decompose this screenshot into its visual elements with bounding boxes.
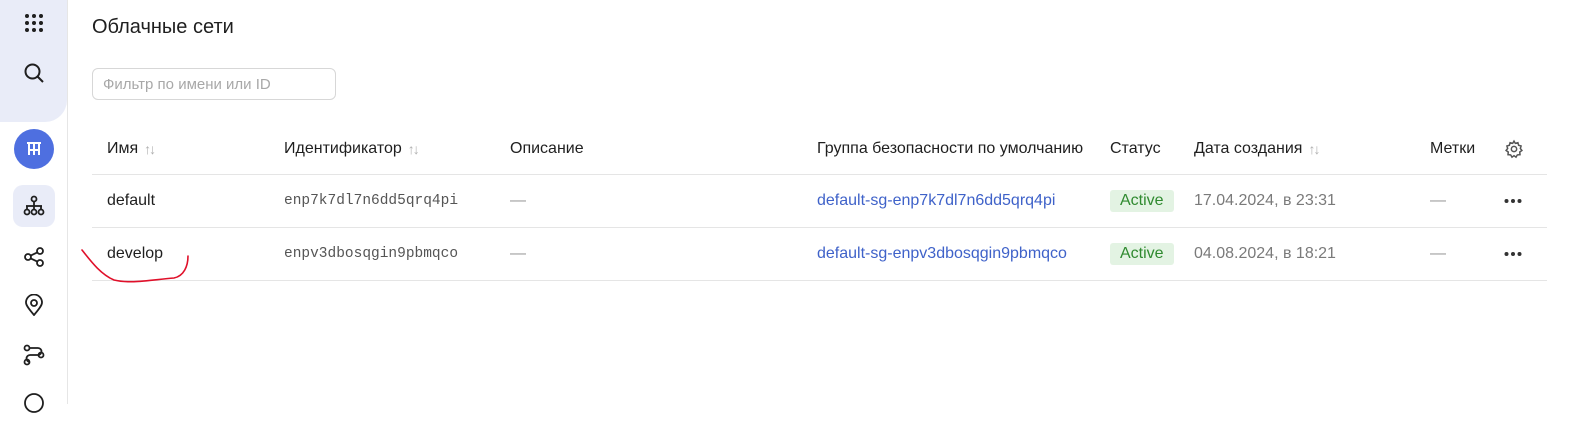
table-row[interactable]: default enp7k7dl7n6dd5qrq4pi — default-s… <box>92 175 1547 228</box>
status-cell: Active <box>1110 228 1174 280</box>
column-header-label: Имя <box>107 140 139 157</box>
help-icon[interactable] <box>13 382 55 424</box>
column-header-label: Дата создания <box>1194 140 1303 157</box>
column-header-description: Описание <box>510 140 584 157</box>
column-header-security-group: Группа безопасности по умолчанию <box>817 140 1084 157</box>
column-header-id[interactable]: Идентификатор ↑↓ <box>284 124 420 174</box>
sidebar <box>0 0 68 413</box>
column-header-label: Идентификатор <box>284 140 402 157</box>
created-date: 17.04.2024, в 23:31 <box>1194 192 1336 209</box>
route-icon[interactable] <box>13 334 55 376</box>
column-header-name[interactable]: Имя ↑↓ <box>107 124 156 174</box>
created-date: 04.08.2024, в 18:21 <box>1194 245 1336 262</box>
security-group-link[interactable]: default-sg-enpv3dbosqgin9pbmqco <box>817 228 1067 280</box>
status-badge: Active <box>1110 190 1174 212</box>
network-labels: — <box>1430 245 1446 262</box>
network-name[interactable]: develop <box>107 228 163 280</box>
sort-icon[interactable]: ↑↓ <box>408 141 420 157</box>
vpc-service-icon[interactable] <box>13 128 55 170</box>
column-header-status: Статус <box>1110 140 1161 157</box>
network-description: — <box>510 192 526 209</box>
row-actions-menu-icon[interactable] <box>1504 175 1522 227</box>
table-row[interactable]: develop enpv3dbosqgin9pbmqco — default-s… <box>92 228 1547 281</box>
share-icon[interactable] <box>13 236 55 278</box>
network-topology-icon[interactable] <box>13 185 55 227</box>
sort-icon[interactable]: ↑↓ <box>144 141 156 157</box>
sort-icon[interactable]: ↑↓ <box>1308 141 1320 157</box>
row-actions-menu-icon[interactable] <box>1504 228 1522 280</box>
table-header: Имя ↑↓ Идентификатор ↑↓ Описание Группа … <box>92 124 1547 175</box>
network-name[interactable]: default <box>107 175 155 227</box>
location-pin-icon[interactable] <box>13 284 55 326</box>
security-group-link[interactable]: default-sg-enp7k7dl7n6dd5qrq4pi <box>817 175 1055 227</box>
page-title: Облачные сети <box>92 16 234 38</box>
status-badge: Active <box>1110 243 1174 265</box>
column-header-labels: Метки <box>1430 140 1476 157</box>
networks-table: Имя ↑↓ Идентификатор ↑↓ Описание Группа … <box>92 124 1547 281</box>
network-labels: — <box>1430 192 1446 209</box>
network-id: enp7k7dl7n6dd5qrq4pi <box>284 193 459 209</box>
status-cell: Active <box>1110 175 1174 227</box>
network-description: — <box>510 245 526 262</box>
table-settings-gear-icon[interactable] <box>1504 124 1524 174</box>
search-icon[interactable] <box>13 52 55 94</box>
column-header-created[interactable]: Дата создания ↑↓ <box>1194 124 1320 174</box>
network-id: enpv3dbosqgin9pbmqco <box>284 246 459 262</box>
filter-input[interactable] <box>92 68 336 100</box>
apps-grid-icon[interactable] <box>13 2 55 44</box>
